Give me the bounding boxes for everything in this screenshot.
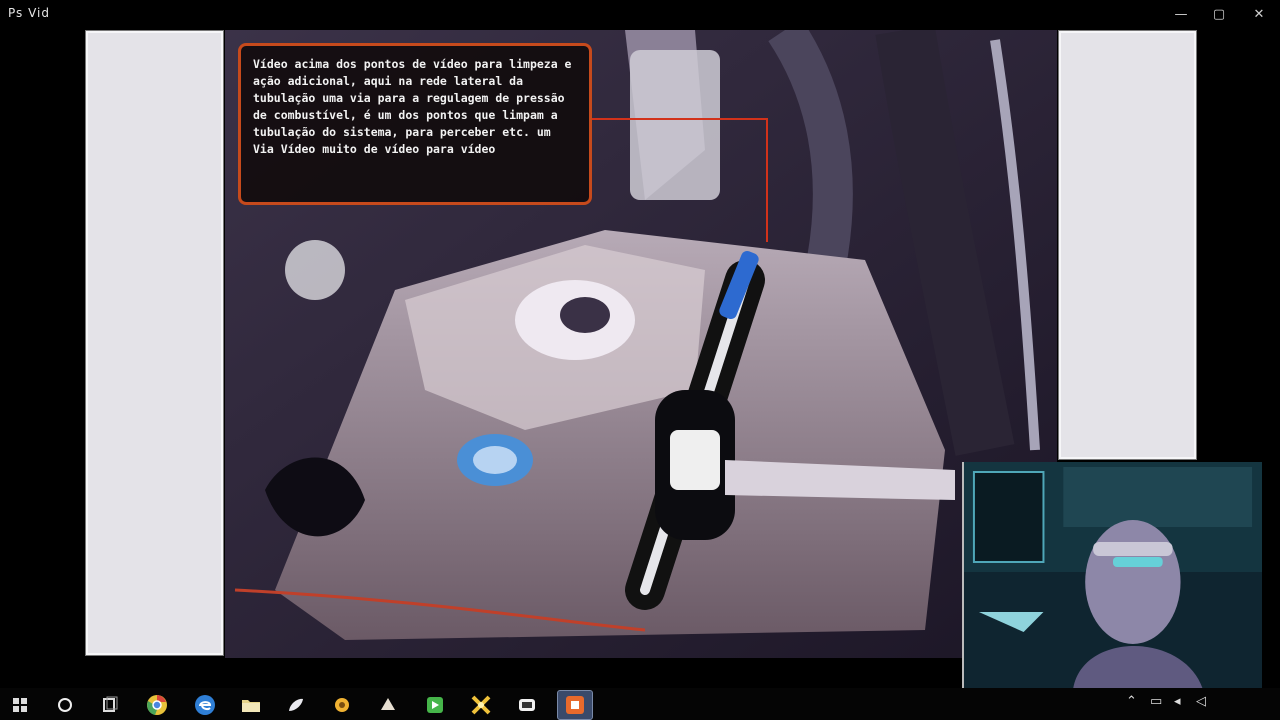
edge-icon[interactable] (193, 693, 217, 717)
app-icon[interactable] (330, 693, 354, 717)
speaker-icon[interactable]: ◁ (1196, 694, 1206, 709)
active-app-icon[interactable] (557, 690, 593, 720)
chrome-icon[interactable] (145, 693, 169, 717)
title-bar: Ps Vid — ▢ ✕ (0, 0, 1280, 30)
maximize-button[interactable]: ▢ (1208, 4, 1230, 26)
chevron-up-icon[interactable]: ⌃ (1126, 694, 1137, 709)
caption-overlay: Vídeo acima dos pontos de vídeo para lim… (238, 43, 592, 205)
caption-text: Vídeo acima dos pontos de vídeo para lim… (253, 57, 572, 156)
app-icon[interactable] (469, 693, 493, 717)
taskbar: ⌃ ▭ ◂ ◁ (0, 688, 1280, 720)
file-explorer-icon[interactable] (239, 693, 263, 717)
left-blank-panel (86, 31, 223, 655)
right-blank-panel (1059, 31, 1196, 459)
volume-icon[interactable]: ◂ (1174, 694, 1181, 709)
close-button[interactable]: ✕ (1248, 4, 1270, 26)
app-icon[interactable] (515, 693, 539, 717)
network-icon[interactable]: ▭ (1150, 694, 1162, 709)
app-icon[interactable] (376, 693, 400, 717)
system-tray: ⌃ ▭ ◂ ◁ (1120, 694, 1276, 716)
app-icon[interactable] (284, 693, 308, 717)
callout-line (592, 118, 768, 242)
cortana-icon[interactable] (53, 693, 77, 717)
window-title: Ps Vid (8, 6, 50, 20)
minimize-button[interactable]: — (1170, 4, 1192, 26)
task-view-icon[interactable] (98, 693, 122, 717)
presenter-image (964, 462, 1262, 688)
app-icon[interactable] (423, 693, 447, 717)
webcam-inset (962, 462, 1262, 688)
windows-icon[interactable] (8, 693, 32, 717)
